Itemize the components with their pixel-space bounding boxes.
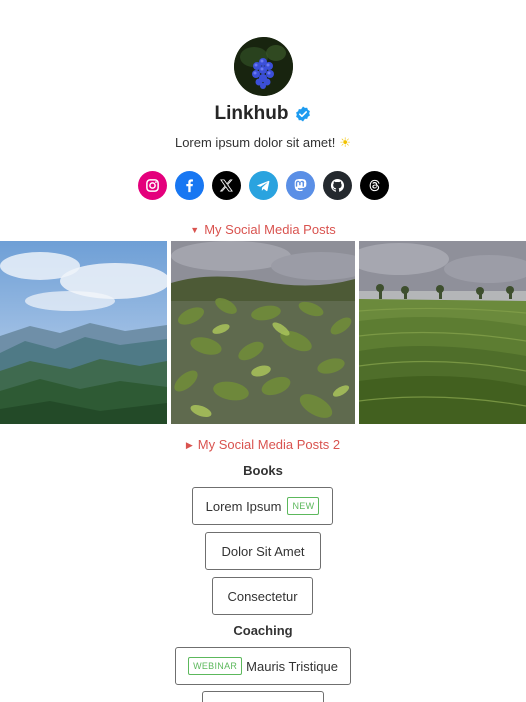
- link-button[interactable]: Dolor Sit Amet: [205, 532, 321, 570]
- gallery-photo[interactable]: [0, 241, 167, 424]
- link-label: Mauris Tristique: [246, 658, 338, 674]
- triangle-right-icon: ▶: [185, 440, 193, 450]
- section-label: My Social Media Posts 2: [197, 437, 341, 452]
- threads-icon[interactable]: [359, 171, 389, 200]
- profile-bio: Lorem ipsum dolor sit amet! ☀: [0, 135, 526, 151]
- photo-gallery: [0, 241, 526, 424]
- link-label: Consectetur: [227, 588, 298, 604]
- new-badge: NEW: [287, 497, 320, 515]
- gallery-photo[interactable]: [171, 241, 355, 424]
- profile-name: Linkhub: [214, 103, 289, 124]
- mastodon-icon[interactable]: [285, 171, 315, 200]
- social-links: [0, 171, 526, 200]
- instagram-icon[interactable]: [137, 171, 167, 200]
- group-heading-books: Books: [243, 463, 283, 478]
- gallery-photo[interactable]: [359, 241, 526, 424]
- link-label: Dolor Sit Amet: [221, 543, 305, 559]
- section-label: My Social Media Posts: [204, 222, 336, 237]
- avatar: [234, 37, 293, 96]
- sun-icon: ☀: [339, 135, 352, 150]
- group-heading-coaching: Coaching: [233, 623, 293, 638]
- telegram-icon[interactable]: [248, 171, 278, 200]
- verified-badge-icon: [295, 106, 311, 122]
- facebook-icon[interactable]: [174, 171, 204, 200]
- link-button[interactable]: Consectetur: [212, 577, 313, 615]
- link-button[interactable]: [202, 691, 324, 702]
- webinar-badge: WEBINAR: [188, 657, 243, 675]
- section-toggle-posts-1[interactable]: ▼ My Social Media Posts: [0, 222, 526, 237]
- link-button[interactable]: Lorem Ipsum NEW: [192, 487, 333, 525]
- x-icon[interactable]: [211, 171, 241, 200]
- link-label: Lorem Ipsum: [205, 498, 282, 514]
- bio-text: Lorem ipsum dolor sit amet!: [174, 135, 336, 150]
- triangle-down-icon: ▼: [190, 225, 200, 235]
- section-toggle-posts-2[interactable]: ▶ My Social Media Posts 2: [0, 437, 526, 452]
- github-icon[interactable]: [322, 171, 352, 200]
- link-button[interactable]: WEBINAR Mauris Tristique: [175, 647, 351, 685]
- profile-header: Linkhub: [0, 101, 526, 127]
